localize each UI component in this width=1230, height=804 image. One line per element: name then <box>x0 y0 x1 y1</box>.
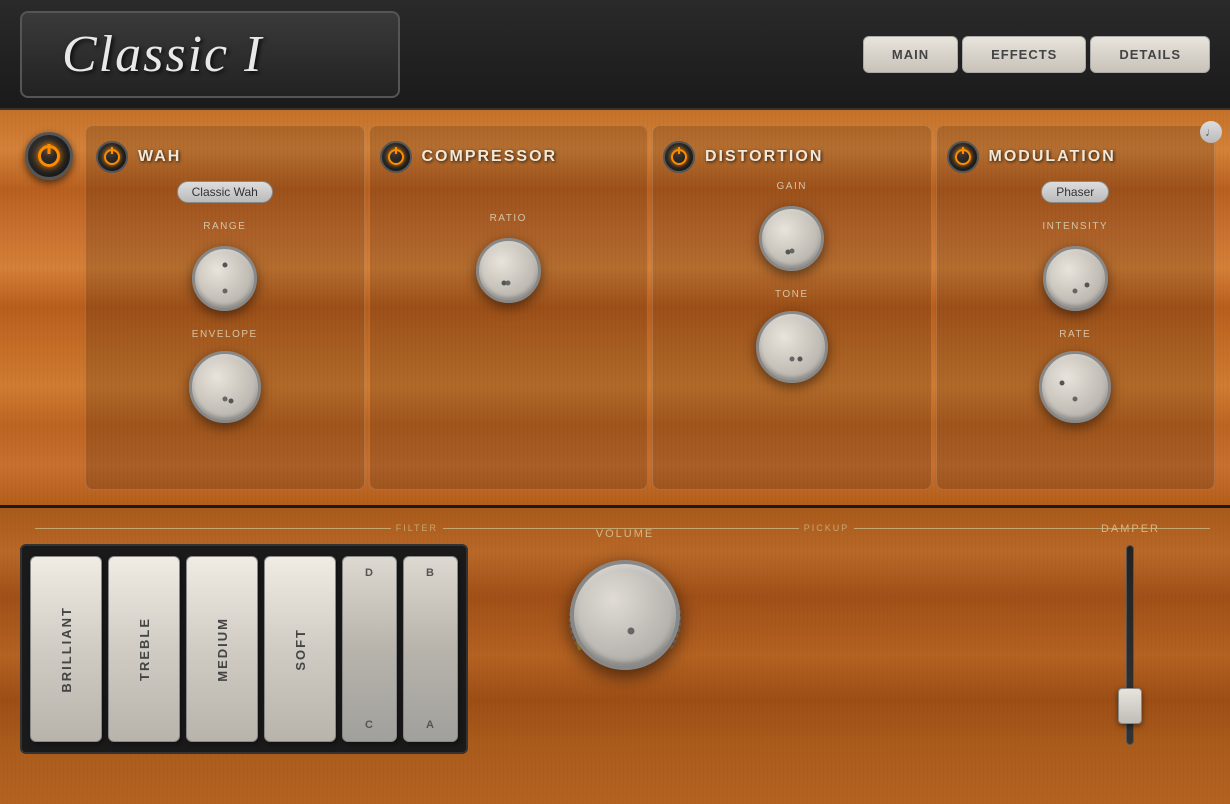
filter-btn-brilliant-label: BRILLIANT <box>59 606 74 693</box>
compressor-section: COMPRESSOR RATIO <box>369 125 649 490</box>
effects-button[interactable]: EFFECTS <box>962 36 1086 73</box>
filter-btn-soft-label: SOFT <box>293 628 308 671</box>
wah-envelope-knob[interactable] <box>189 351 261 423</box>
distortion-title: DISTORTION <box>705 148 823 166</box>
pickup-btn-ba-top: B <box>426 567 435 579</box>
distortion-tone-container: TONE <box>663 289 921 389</box>
global-power-button[interactable] <box>25 132 73 180</box>
filter-label: FILTER <box>396 523 438 533</box>
filter-btn-medium-label: MEDIUM <box>215 617 230 682</box>
volume-knob[interactable] <box>570 560 680 670</box>
modulation-rate-label: RATE <box>1059 329 1091 340</box>
modulation-intensity-label: INTENSITY <box>1042 221 1108 232</box>
wah-preset-wrapper: Classic Wah <box>96 181 354 213</box>
filter-btn-treble[interactable]: TREBLE <box>108 556 180 742</box>
wah-range-label: RANGE <box>203 221 246 232</box>
distortion-power-icon <box>671 149 687 165</box>
details-button[interactable]: DETAILS <box>1090 36 1210 73</box>
wah-range-container: RANGE <box>96 221 354 321</box>
modulation-rate-dot <box>1060 380 1065 385</box>
filter-btn-soft[interactable]: SOFT <box>264 556 336 742</box>
wah-power-button[interactable] <box>96 141 128 173</box>
distortion-tone-knob[interactable] <box>756 311 828 383</box>
wah-header: WAH <box>96 141 354 173</box>
distortion-gain-container: GAIN <box>663 181 921 281</box>
pickup-label: PICKUP <box>804 523 850 533</box>
wah-title: WAH <box>138 148 181 166</box>
modulation-intensity-dot <box>1085 282 1090 287</box>
wah-envelope-label: ENVELOPE <box>192 329 258 340</box>
distortion-header: DISTORTION <box>663 141 921 173</box>
distortion-gain-dot <box>785 249 790 254</box>
distortion-tone-label: TONE <box>775 289 809 300</box>
power-icon <box>38 145 60 167</box>
effects-panel: WAH Classic Wah RANGE ENVELOPE <box>0 110 1230 505</box>
modulation-power-button[interactable] <box>947 141 979 173</box>
filter-btn-medium[interactable]: MEDIUM <box>186 556 258 742</box>
modulation-header: MODULATION <box>947 141 1205 173</box>
main-button[interactable]: MAIN <box>863 36 958 73</box>
distortion-gain-knob-wrapper <box>749 196 834 281</box>
bottom-panel: FILTER PICKUP BRILLIANT TREBLE MEDIUM SO… <box>0 505 1230 804</box>
compressor-ratio-container: RATIO <box>380 213 638 313</box>
modulation-title: MODULATION <box>989 148 1116 166</box>
distortion-gain-label: GAIN <box>777 181 807 192</box>
modulation-rate-container: RATE ♩ <box>947 329 1205 429</box>
compressor-power-icon <box>388 149 404 165</box>
wah-range-knob-wrapper <box>182 236 267 321</box>
nav-buttons: MAIN EFFECTS DETAILS <box>863 36 1210 73</box>
filter-left-line <box>35 528 391 529</box>
pickup-btn-ba[interactable]: B A <box>403 556 458 742</box>
compressor-ratio-dot <box>502 280 507 285</box>
damper-slider-thumb[interactable] <box>1118 688 1142 724</box>
compressor-ratio-label: RATIO <box>490 213 527 224</box>
volume-section: VOLUME <box>560 528 690 680</box>
modulation-preset-wrapper: Phaser <box>947 181 1205 213</box>
volume-label: VOLUME <box>596 528 654 540</box>
modulation-intensity-container: INTENSITY <box>947 221 1205 321</box>
pickup-btn-dc-bottom: C <box>365 719 374 731</box>
filter-btn-brilliant[interactable]: BRILLIANT <box>30 556 102 742</box>
modulation-intensity-knob[interactable] <box>1043 246 1108 311</box>
button-grid: BRILLIANT TREBLE MEDIUM SOFT D C B A <box>20 544 468 754</box>
pickup-btn-ba-bottom: A <box>426 719 435 731</box>
wah-preset-dropdown[interactable]: Classic Wah <box>177 181 273 203</box>
compressor-ratio-knob-wrapper <box>466 228 551 313</box>
note-icon[interactable]: ♩ <box>1200 121 1222 143</box>
pickup-btn-dc[interactable]: D C <box>342 556 397 742</box>
compressor-header: COMPRESSOR <box>380 141 638 173</box>
compressor-title: COMPRESSOR <box>422 148 558 166</box>
damper-section: DAMPER <box>1101 523 1160 745</box>
wah-section: WAH Classic Wah RANGE ENVELOPE <box>85 125 365 490</box>
wah-power-icon <box>104 149 120 165</box>
effects-sections: WAH Classic Wah RANGE ENVELOPE <box>85 125 1215 490</box>
modulation-preset-dropdown[interactable]: Phaser <box>1041 181 1109 203</box>
damper-slider-track[interactable] <box>1126 545 1134 745</box>
modulation-section: MODULATION Phaser INTENSITY RATE ♩ <box>936 125 1216 490</box>
modulation-power-icon <box>955 149 971 165</box>
compressor-power-button[interactable] <box>380 141 412 173</box>
wah-range-dot <box>222 262 227 267</box>
header: Classic I MAIN EFFECTS DETAILS <box>0 0 1230 110</box>
modulation-intensity-knob-wrapper <box>1033 236 1118 321</box>
distortion-gain-knob[interactable] <box>759 206 824 271</box>
distortion-section: DISTORTION GAIN TONE <box>652 125 932 490</box>
filter-btn-treble-label: TREBLE <box>137 617 152 681</box>
distortion-tone-knob-wrapper <box>749 304 834 389</box>
wah-range-knob[interactable] <box>192 246 257 311</box>
wah-envelope-knob-wrapper <box>182 344 267 429</box>
wah-envelope-dot <box>228 398 233 403</box>
damper-label: DAMPER <box>1101 523 1160 535</box>
pickup-btn-dc-top: D <box>365 567 374 579</box>
app-title: Classic I <box>62 26 263 83</box>
title-box: Classic I <box>20 11 400 98</box>
modulation-rate-knob[interactable] <box>1039 351 1111 423</box>
compressor-ratio-knob[interactable] <box>476 238 541 303</box>
distortion-power-button[interactable] <box>663 141 695 173</box>
distortion-tone-dot <box>797 356 802 361</box>
modulation-rate-knob-wrapper <box>1033 344 1118 429</box>
wah-envelope-container: ENVELOPE <box>96 329 354 429</box>
